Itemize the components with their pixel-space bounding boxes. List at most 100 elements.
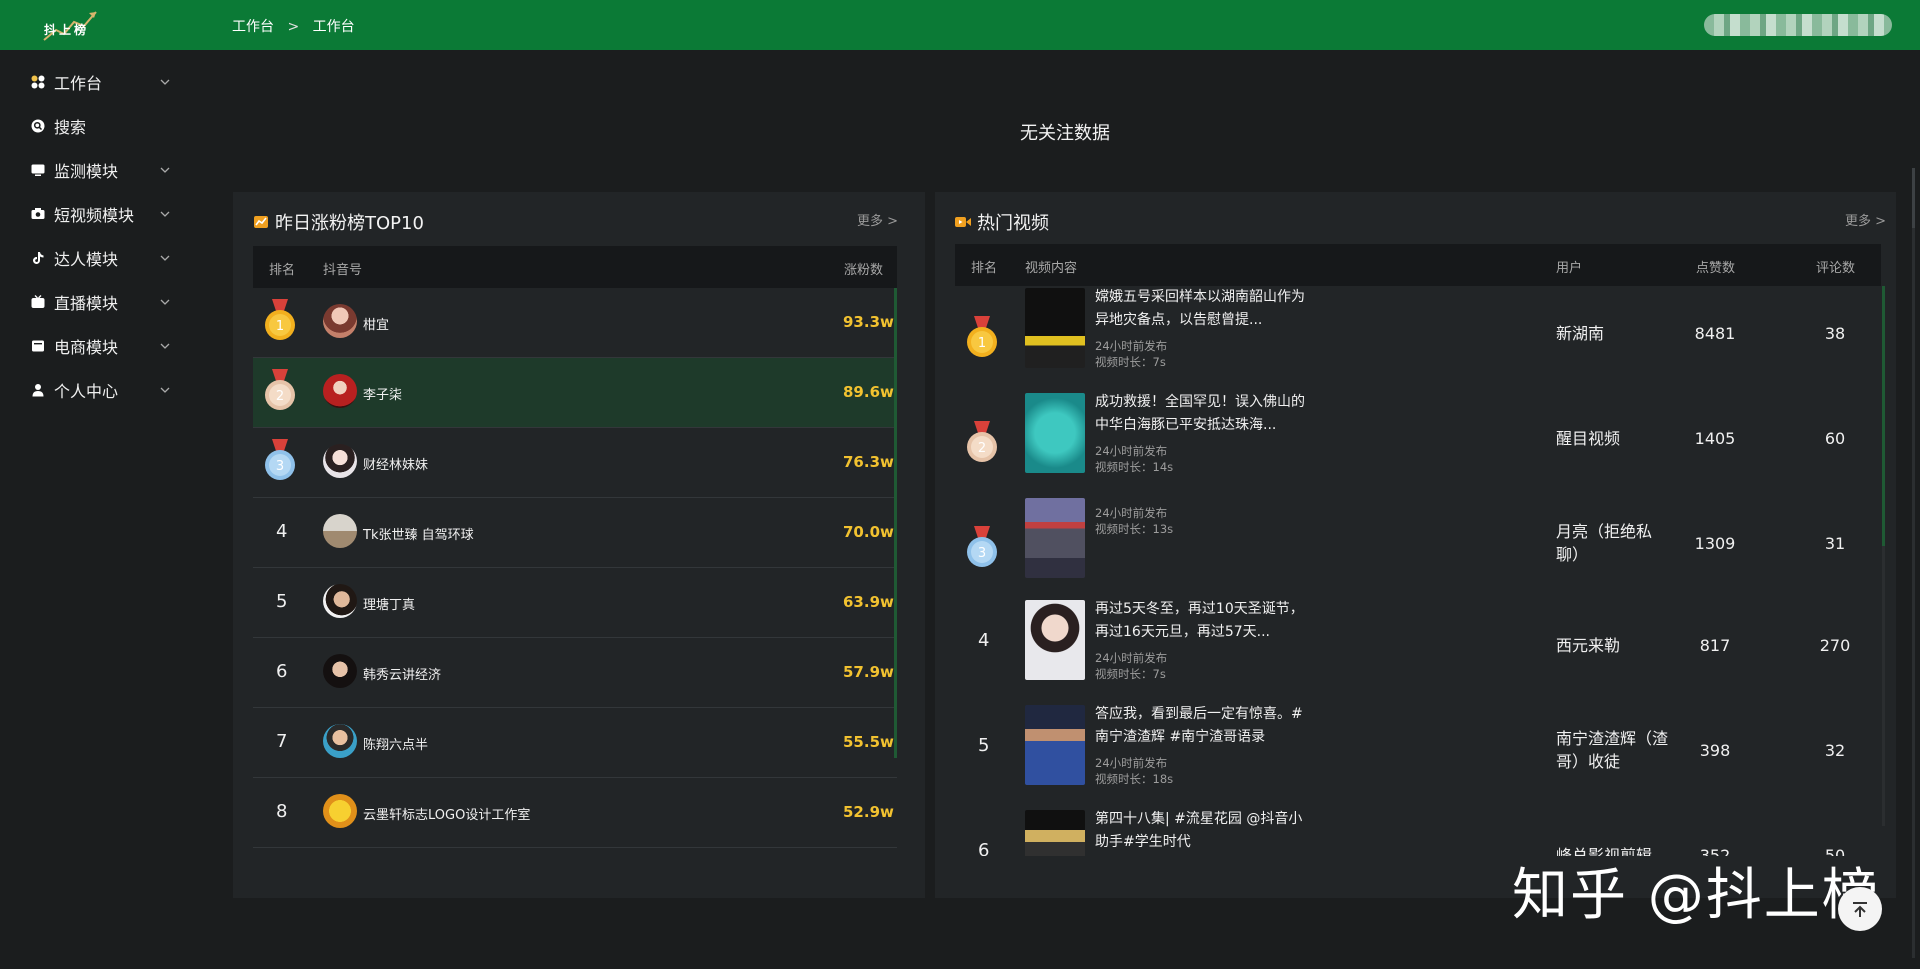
table-row[interactable]: 1 嫦娥五号采回样本以湖南韶山作为异地灾备点，以告慰曾提... 24小时前发布 …	[955, 286, 1881, 391]
table-row[interactable]: 7 陈翔六点半 55.5w	[253, 708, 897, 778]
header-fans: 涨粉数	[844, 263, 884, 278]
page-scrollbar[interactable]	[1912, 168, 1915, 958]
chevron-down-icon	[160, 343, 170, 349]
tv-icon	[30, 294, 46, 310]
table-row[interactable]: 6 第四十八集| #流星花园 @抖音小助手#学生时代 峰总影视剪辑 352 50	[955, 808, 1881, 856]
silver-medal-icon: 2	[265, 369, 295, 410]
gold-medal-icon: 1	[967, 316, 997, 357]
fans-count: 55.5w	[843, 733, 894, 751]
video-comments: 31	[1824, 534, 1846, 553]
sidebar-item-short-video[interactable]: 短视频模块	[0, 194, 186, 234]
video-duration: 视频时长：7s	[1095, 667, 1166, 681]
logo[interactable]: 抖上榜	[40, 6, 100, 44]
rank-number: 5	[276, 591, 288, 612]
table-row[interactable]: 6 韩秀云讲经济 57.9w	[253, 638, 897, 708]
sidebar-item-label: 搜索	[54, 118, 87, 137]
header-likes: 点赞数	[1696, 261, 1736, 276]
table-row[interactable]: 5 理塘丁真 63.9w	[253, 568, 897, 638]
video-published: 24小时前发布	[1095, 444, 1168, 458]
rank-number: 4	[276, 521, 288, 542]
video-duration: 视频时长：14s	[1095, 460, 1174, 474]
fans-rank-panel: 昨日涨粉榜TOP10 更多 > 排名 抖音号 涨粉数 1 柑宜 93.3w 2 …	[233, 192, 925, 898]
video-thumbnail[interactable]	[1025, 600, 1085, 680]
user-info-blurred[interactable]	[1704, 14, 1892, 36]
sidebar-item-workbench[interactable]: 工作台	[0, 62, 186, 102]
header-rank: 排名	[971, 261, 998, 276]
video-title[interactable]: 再过5天冬至，再过10天圣诞节，再过16天元旦，再过57天...	[1095, 598, 1315, 644]
table-row[interactable]: 4 再过5天冬至，再过10天圣诞节，再过16天元旦，再过57天... 24小时前…	[955, 598, 1881, 703]
header-rank: 排名	[269, 263, 296, 278]
hot-videos-scrollbar[interactable]	[1882, 286, 1885, 826]
fans-rank-scrollbar[interactable]	[894, 288, 897, 758]
bronze-medal-icon: 3	[265, 439, 295, 480]
video-likes: 1405	[1694, 429, 1736, 448]
chevron-down-icon	[160, 211, 170, 217]
video-thumbnail[interactable]	[1025, 393, 1085, 473]
video-title[interactable]: 答应我，看到最后一定有惊喜。#南宁渣渣辉 #南宁渣哥语录	[1095, 703, 1315, 749]
logo-text: 抖上榜	[44, 23, 90, 37]
table-row[interactable]: 2 成功救援！全国罕见！误入佛山的中华白海豚已平安抵达珠海... 24小时前发布…	[955, 391, 1881, 496]
fans-rank-table-header: 排名 抖音号 涨粉数	[253, 246, 897, 288]
avatar	[323, 724, 357, 758]
sidebar-item-label: 直播模块	[54, 294, 119, 313]
account-name: 陈翔六点半	[363, 738, 429, 753]
table-row[interactable]: 8 云墨轩标志LOGO设计工作室 52.9w	[253, 778, 897, 848]
tiktok-icon	[30, 250, 46, 266]
sidebar-item-label: 个人中心	[54, 382, 119, 401]
video-user[interactable]: 醒目视频	[1556, 427, 1676, 450]
video-comments: 38	[1824, 324, 1846, 343]
scrollbar-thumb[interactable]	[894, 288, 897, 758]
sidebar-item-ecommerce[interactable]: 电商模块	[0, 326, 186, 366]
account-name: 云墨轩标志LOGO设计工作室	[363, 808, 531, 823]
avatar	[323, 304, 357, 338]
table-row[interactable]: 1 柑宜 93.3w	[253, 288, 897, 358]
video-icon	[955, 217, 971, 227]
video-thumbnail[interactable]	[1025, 705, 1085, 785]
sidebar-item-profile[interactable]: 个人中心	[0, 370, 186, 410]
hot-videos-more-link[interactable]: 更多 >	[1845, 210, 1886, 229]
sidebar-item-label: 监测模块	[54, 162, 119, 181]
fans-count: 57.9w	[843, 663, 894, 681]
table-row[interactable]: 3 24小时前发布 视频时长：13s 月亮（拒绝私聊） 1309 31	[955, 496, 1881, 598]
video-user[interactable]: 南宁渣渣辉（渣哥）收徒	[1556, 727, 1676, 773]
video-title[interactable]: 嫦娥五号采回样本以湖南韶山作为异地灾备点，以告慰曾提...	[1095, 286, 1315, 332]
sidebar-item-influencer[interactable]: 达人模块	[0, 238, 186, 278]
breadcrumb-item-root[interactable]: 工作台	[232, 19, 274, 35]
sidebar-item-live[interactable]: 直播模块	[0, 282, 186, 322]
account-name: 财经林妹妹	[363, 458, 429, 473]
video-likes: 1309	[1694, 534, 1736, 553]
video-user[interactable]: 新湖南	[1556, 322, 1676, 345]
avatar	[323, 514, 357, 548]
table-row[interactable]: 5 答应我，看到最后一定有惊喜。#南宁渣渣辉 #南宁渣哥语录 24小时前发布 视…	[955, 703, 1881, 808]
video-comments: 270	[1819, 636, 1851, 655]
header-user: 用户	[1556, 261, 1583, 276]
video-thumbnail[interactable]	[1025, 498, 1085, 578]
video-duration: 视频时长：13s	[1095, 522, 1174, 536]
video-user[interactable]: 西元来勒	[1556, 634, 1676, 657]
avatar	[323, 444, 357, 478]
back-to-top-button[interactable]	[1838, 887, 1882, 931]
table-row[interactable]: 2 李子柒 89.6w	[253, 358, 897, 428]
video-title[interactable]: 成功救援！全国罕见！误入佛山的中华白海豚已平安抵达珠海...	[1095, 391, 1315, 437]
table-row[interactable]: 4 Tk张世臻 自驾环球 70.0w	[253, 498, 897, 568]
account-name: 柑宜	[363, 318, 390, 333]
gold-medal-icon: 1	[265, 299, 295, 340]
svg-text:1: 1	[276, 319, 284, 334]
scrollbar-thumb[interactable]	[1912, 168, 1915, 228]
fans-rank-title: 昨日涨粉榜TOP10	[253, 209, 424, 235]
chevron-down-icon	[160, 167, 170, 173]
table-row[interactable]: 3 财经林妹妹 76.3w	[253, 428, 897, 498]
video-thumbnail[interactable]	[1025, 288, 1085, 368]
video-user[interactable]: 月亮（拒绝私聊）	[1556, 520, 1676, 566]
video-comments: 60	[1824, 429, 1846, 448]
sidebar-item-monitor[interactable]: 监测模块	[0, 150, 186, 190]
fans-count: 52.9w	[843, 803, 894, 821]
sidebar-item-search[interactable]: 搜索	[0, 106, 186, 146]
sidebar-item-label: 短视频模块	[54, 206, 135, 225]
scrollbar-thumb[interactable]	[1882, 286, 1885, 546]
account-name: 韩秀云讲经济	[363, 668, 442, 683]
video-title[interactable]: 第四十八集| #流星花园 @抖音小助手#学生时代	[1095, 808, 1315, 854]
video-thumbnail[interactable]	[1025, 810, 1085, 856]
avatar	[323, 374, 357, 408]
fans-rank-more-link[interactable]: 更多 >	[857, 210, 898, 229]
